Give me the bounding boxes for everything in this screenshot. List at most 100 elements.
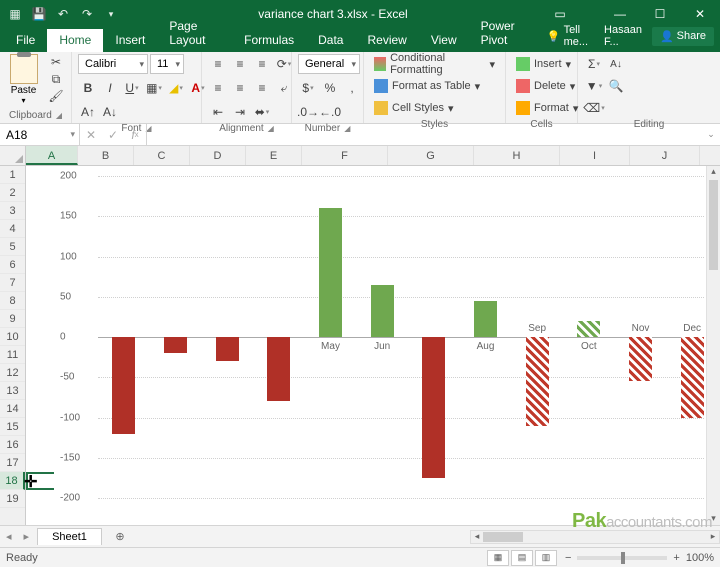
column-headers[interactable]: ABCDEFGHIJ [26,146,720,166]
row-header-10[interactable]: 10 [0,328,25,346]
vertical-scrollbar[interactable]: ▴ ▾ [706,166,720,525]
column-header-D[interactable]: D [190,146,246,165]
bar-Dec[interactable] [681,337,704,418]
tab-formulas[interactable]: Formulas [232,29,306,52]
row-header-18[interactable]: 18 [0,472,25,490]
column-header-J[interactable]: J [630,146,700,165]
row-header-11[interactable]: 11 [0,346,25,364]
row-header-15[interactable]: 15 [0,418,25,436]
row-headers[interactable]: 12345678910111213141516171819 [0,166,26,525]
align-middle-icon[interactable]: ≡ [230,54,250,74]
format-painter-icon[interactable]: 🖌 [47,88,65,104]
page-break-view-icon[interactable]: ▥ [535,550,557,566]
bar-Aug[interactable] [474,301,497,337]
tab-page-layout[interactable]: Page Layout [157,15,232,52]
sheet-tab-sheet1[interactable]: Sheet1 [37,528,102,545]
bar-Apr[interactable] [267,337,290,401]
row-header-19[interactable]: 19 [0,490,25,508]
zoom-out-icon[interactable]: − [565,552,571,564]
bar-Sep[interactable] [526,337,549,426]
border-button[interactable]: ▦ [144,78,164,98]
dialog-launcher-icon[interactable]: ◢ [56,111,62,120]
column-header-E[interactable]: E [246,146,302,165]
row-header-8[interactable]: 8 [0,292,25,310]
merge-center-icon[interactable]: ⬌ [252,102,272,122]
normal-view-icon[interactable]: ▦ [487,550,509,566]
align-bottom-icon[interactable]: ≡ [252,54,272,74]
expand-formula-bar-icon[interactable]: ⌄ [702,129,720,140]
row-header-5[interactable]: 5 [0,238,25,256]
bar-Jun[interactable] [371,285,394,337]
bar-Mar[interactable] [216,337,239,361]
zoom-slider[interactable] [577,556,667,560]
increase-decimal-icon[interactable]: .0→ [298,102,318,122]
zoom-in-icon[interactable]: + [673,552,679,564]
user-name[interactable]: Hasaan F... [598,20,648,52]
autosum-button[interactable]: Σ [584,54,604,74]
paste-dropdown-icon[interactable]: ▾ [21,96,25,105]
row-header-4[interactable]: 4 [0,220,25,238]
conditional-formatting-button[interactable]: Conditional Formatting▾ [370,54,499,74]
new-sheet-button[interactable]: ⊕ [110,528,130,546]
bar-Feb[interactable] [164,337,187,353]
orientation-icon[interactable]: ⟳ [274,54,294,74]
qat-customize-icon[interactable]: ▾ [100,3,122,25]
embedded-chart[interactable]: JanFebMarAprMayJunJulAugSepOctNovDec -20… [54,168,714,510]
delete-cells-button[interactable]: Delete▾ [512,76,579,96]
row-header-16[interactable]: 16 [0,436,25,454]
name-box[interactable]: A18 [0,124,80,145]
bar-Jan[interactable] [112,337,135,434]
cell-styles-button[interactable]: Cell Styles▾ [370,98,458,118]
bar-Jul[interactable] [422,337,445,478]
cut-icon[interactable]: ✂ [47,54,65,70]
underline-button[interactable]: U [122,78,142,98]
copy-icon[interactable]: ⧉ [47,71,65,87]
format-cells-button[interactable]: Format▾ [512,98,582,118]
tab-view[interactable]: View [419,29,469,52]
align-center-icon[interactable]: ≡ [230,78,250,98]
row-header-6[interactable]: 6 [0,256,25,274]
align-right-icon[interactable]: ≡ [252,78,272,98]
percent-format-icon[interactable]: % [320,78,340,98]
cancel-formula-icon[interactable]: ✕ [80,124,102,146]
insert-cells-button[interactable]: Insert▾ [512,54,575,74]
row-header-3[interactable]: 3 [0,202,25,220]
column-header-A[interactable]: A [26,146,78,165]
tell-me[interactable]: 💡Tell me... [541,20,594,52]
formula-input[interactable] [147,124,702,145]
row-header-2[interactable]: 2 [0,184,25,202]
row-header-17[interactable]: 17 [0,454,25,472]
column-header-C[interactable]: C [134,146,190,165]
scroll-thumb[interactable] [483,532,523,542]
accounting-format-icon[interactable]: $ [298,78,318,98]
tab-review[interactable]: Review [355,29,418,52]
fx-icon[interactable]: fx [124,124,146,146]
select-all-button[interactable] [0,146,26,166]
fill-color-button[interactable]: ◢ [166,78,186,98]
column-header-F[interactable]: F [302,146,388,165]
tab-data[interactable]: Data [306,29,355,52]
undo-icon[interactable]: ↶ [52,3,74,25]
fill-button[interactable]: ▼ [584,76,604,96]
row-header-7[interactable]: 7 [0,274,25,292]
align-left-icon[interactable]: ≡ [208,78,228,98]
row-header-1[interactable]: 1 [0,166,25,184]
paste-button[interactable]: Paste ▾ [6,54,41,105]
zoom-level[interactable]: 100% [686,552,714,564]
find-select-button[interactable]: 🔍 [606,76,626,96]
column-header-B[interactable]: B [78,146,134,165]
bar-May[interactable] [319,208,342,337]
scroll-up-icon[interactable]: ▴ [707,166,720,178]
tab-home[interactable]: Home [47,29,103,52]
save-icon[interactable]: 💾 [28,3,50,25]
format-as-table-button[interactable]: Format as Table▾ [370,76,484,96]
bar-Oct[interactable] [577,321,600,337]
tab-insert[interactable]: Insert [103,29,157,52]
scroll-thumb[interactable] [709,180,718,270]
bold-button[interactable]: B [78,78,98,98]
decrease-font-icon[interactable]: A↓ [100,102,120,122]
sheet-nav-prev-icon[interactable]: ◂ [0,530,18,543]
share-button[interactable]: 👤Share [652,27,714,46]
number-format-combo[interactable]: General [298,54,360,74]
clear-button[interactable]: ⌫ [584,98,604,118]
